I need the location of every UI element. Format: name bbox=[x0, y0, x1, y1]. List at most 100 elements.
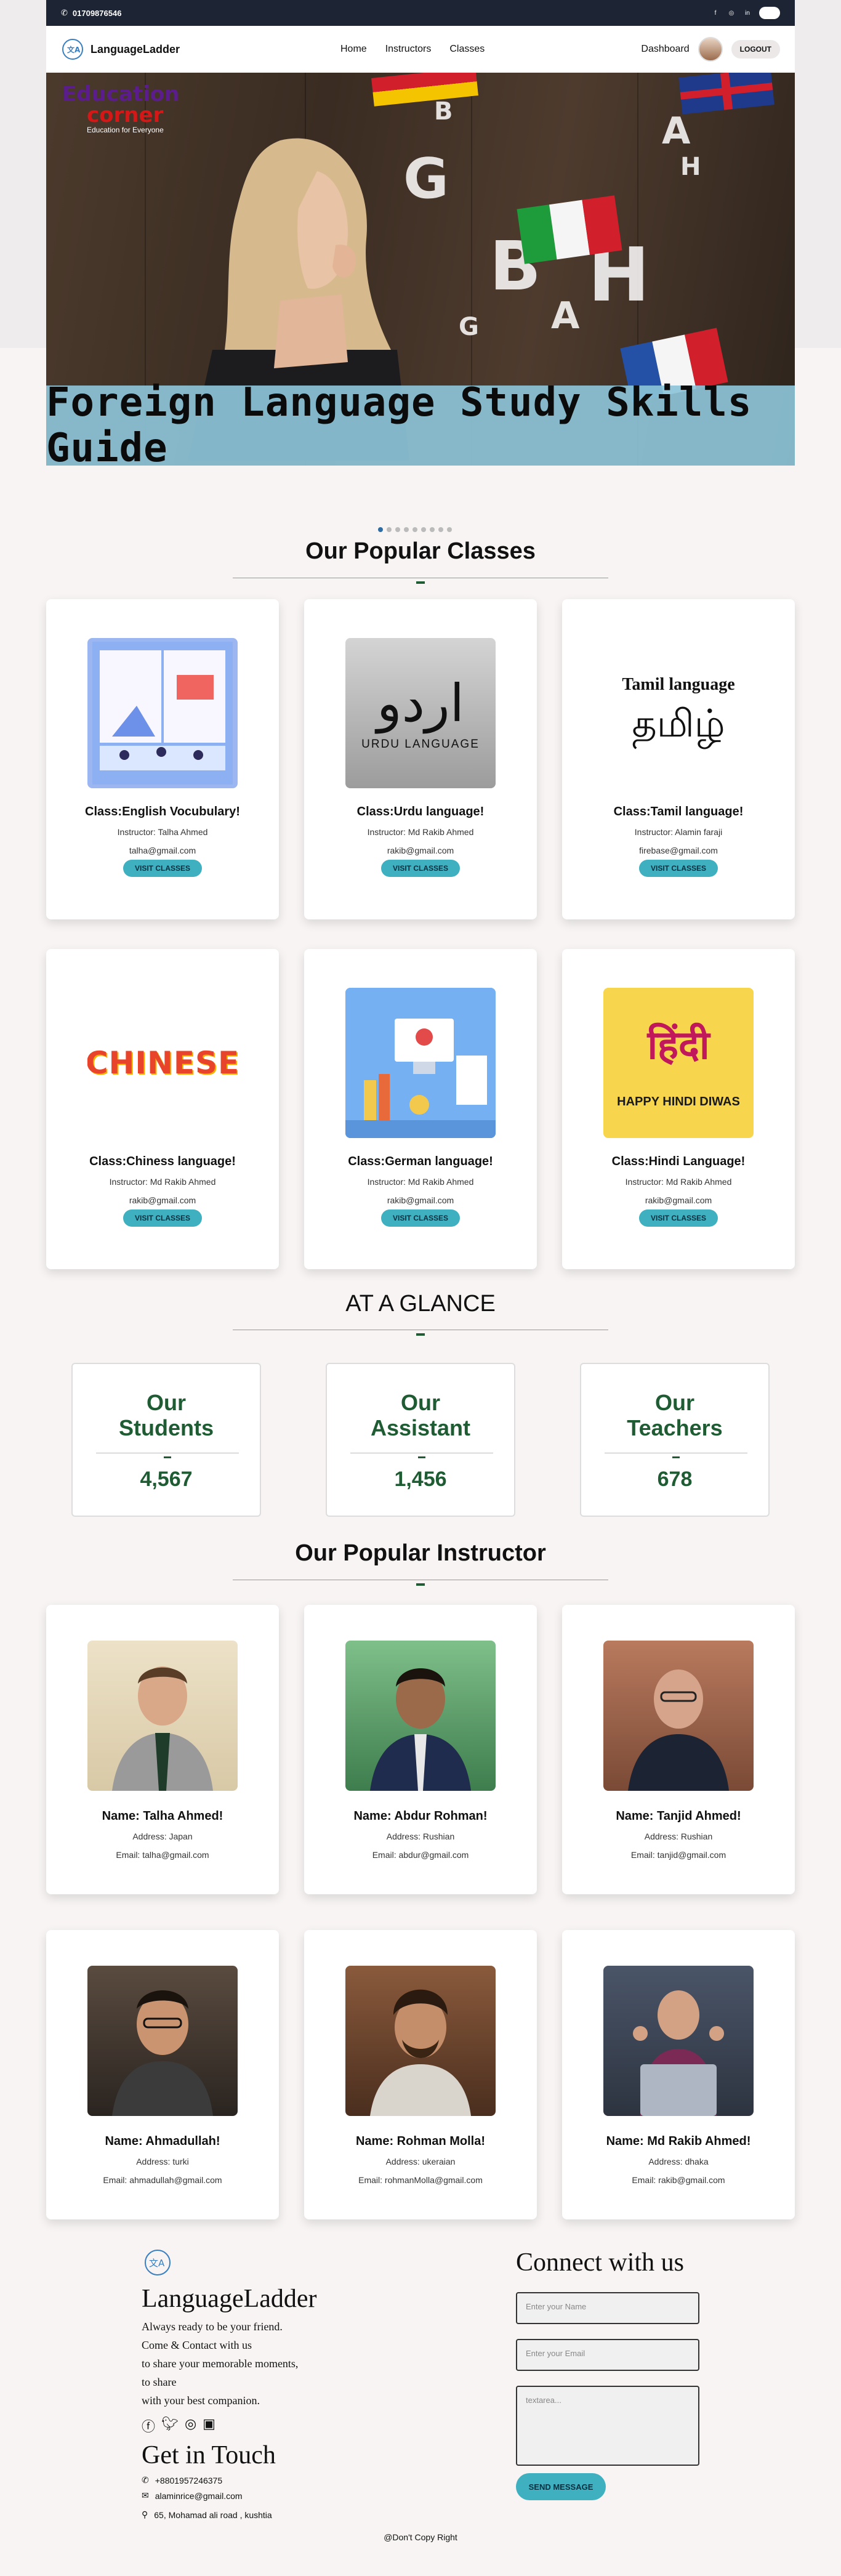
instagram-icon[interactable]: ◎ bbox=[727, 9, 736, 17]
social-links: f ◎ in ☾ bbox=[711, 7, 780, 19]
slider-dot[interactable] bbox=[421, 527, 426, 532]
avatar[interactable] bbox=[698, 37, 723, 62]
slider-dot[interactable] bbox=[404, 527, 409, 532]
facebook-icon[interactable]: f bbox=[711, 9, 720, 17]
nav-right: Dashboard LOGOUT bbox=[641, 37, 780, 62]
slider-dot[interactable] bbox=[438, 527, 443, 532]
hindi-script: हिंदी bbox=[647, 1023, 710, 1068]
instructor-email: Email: rohmanMolla@gmail.com bbox=[358, 2175, 483, 2185]
theme-toggle[interactable]: ☾ bbox=[759, 7, 780, 19]
instructor-card: Name: Md Rakib Ahmed! Address: dhaka Ema… bbox=[562, 1930, 795, 2219]
stat-label-line1: Our bbox=[654, 1390, 694, 1415]
stat-value: 1,456 bbox=[394, 1468, 447, 1491]
education-corner-logo: Education corner Education for Everyone bbox=[62, 82, 180, 134]
nav-home[interactable]: Home bbox=[340, 44, 367, 55]
stat-label-line1: Our bbox=[400, 1390, 440, 1415]
name-input[interactable]: Enter your Name bbox=[516, 2292, 699, 2324]
class-thumbnail: اردو URDU LANGUAGE bbox=[345, 638, 496, 788]
brand-logo-icon: 文A bbox=[62, 39, 83, 60]
slider-dot[interactable] bbox=[412, 527, 417, 532]
visit-classes-button[interactable]: VISIT CLASSES bbox=[381, 860, 460, 877]
location-pin-icon: ⚲ bbox=[142, 2509, 148, 2519]
tamil-script: தமிழ் bbox=[632, 701, 725, 746]
get-in-touch-heading: Get in Touch bbox=[142, 2441, 276, 2469]
urdu-caption: URDU LANGUAGE bbox=[361, 738, 480, 751]
linkedin-icon[interactable]: in bbox=[743, 9, 752, 17]
main-menu: Home Instructors Classes bbox=[340, 44, 485, 55]
slider-dot[interactable] bbox=[430, 527, 435, 532]
instructor-address: Address: dhaka bbox=[648, 2157, 709, 2166]
class-email: rakib@gmail.com bbox=[387, 1195, 454, 1205]
class-card: اردو URDU LANGUAGE Class:Urdu language! … bbox=[304, 599, 537, 919]
nav-instructors[interactable]: Instructors bbox=[385, 44, 432, 55]
class-instructor: Instructor: Md Rakib Ahmed bbox=[109, 1177, 216, 1187]
tamil-caption: Tamil language bbox=[622, 675, 735, 694]
email-input[interactable]: Enter your Email bbox=[516, 2339, 699, 2371]
visit-classes-button[interactable]: VISIT CLASSES bbox=[639, 860, 718, 877]
hero-letter: G bbox=[459, 313, 479, 341]
instructor-photo bbox=[345, 1966, 496, 2116]
section-dash bbox=[416, 1583, 425, 1586]
slider-dot[interactable] bbox=[378, 527, 383, 532]
hindi-caption: HAPPY HINDI DIWAS bbox=[617, 1095, 740, 1108]
slider-dots bbox=[378, 527, 452, 532]
brand-name: LanguageLadder bbox=[91, 42, 180, 55]
linkedin-icon[interactable]: ▣ bbox=[203, 2416, 215, 2436]
stat-label-line2: Teachers bbox=[627, 1415, 723, 1441]
nav-classes[interactable]: Classes bbox=[449, 44, 485, 55]
instructor-name: Name: Tanjid Ahmed! bbox=[616, 1809, 741, 1823]
class-instructor: Instructor: Talha Ahmed bbox=[117, 827, 208, 837]
slider-dot[interactable] bbox=[395, 527, 400, 532]
footer-brand: LanguageLadder bbox=[142, 2285, 317, 2313]
stat-label-line2: Students bbox=[118, 1415, 214, 1441]
footer-email: ✉ alaminrice@gmail.com bbox=[142, 2490, 243, 2501]
visit-classes-button[interactable]: VISIT CLASSES bbox=[123, 860, 202, 877]
message-textarea[interactable]: textarea... bbox=[516, 2386, 699, 2466]
svg-text:文A: 文A bbox=[67, 45, 81, 54]
logout-button[interactable]: LOGOUT bbox=[731, 40, 780, 59]
class-card: Class:English Vocubulary! Instructor: Ta… bbox=[46, 599, 279, 919]
class-card: हिंदी HAPPY HINDI DIWAS Class:Hindi Lang… bbox=[562, 949, 795, 1269]
instagram-icon[interactable]: ◎ bbox=[185, 2416, 196, 2436]
stat-dash bbox=[672, 1456, 680, 1458]
stat-assistant: Our Assistant 1,456 bbox=[326, 1363, 515, 1517]
class-title: Class:Hindi Language! bbox=[611, 1155, 746, 1168]
facebook-icon[interactable]: ⓕ bbox=[142, 2416, 155, 2436]
instructor-name: Name: Abdur Rohman! bbox=[353, 1809, 488, 1823]
instructor-address: Address: Rushian bbox=[644, 1831, 713, 1841]
phone-number: 01709876546 bbox=[72, 8, 122, 18]
slider-dot[interactable] bbox=[447, 527, 452, 532]
phone-icon: ✆ bbox=[61, 8, 68, 17]
visit-classes-button[interactable]: VISIT CLASSES bbox=[123, 1209, 202, 1227]
visit-classes-button[interactable]: VISIT CLASSES bbox=[381, 1209, 460, 1227]
footer-about: 文A LanguageLadder Always ready to be you… bbox=[142, 2248, 400, 2520]
class-instructor: Instructor: Md Rakib Ahmed bbox=[367, 1177, 474, 1187]
class-card: CHINESE Class:Chiness language! Instruct… bbox=[46, 949, 279, 1269]
class-instructor: Instructor: Md Rakib Ahmed bbox=[367, 827, 474, 837]
instructor-email: Email: tanjid@gmail.com bbox=[630, 1850, 726, 1860]
glance-title: AT A GLANCE bbox=[345, 1291, 496, 1317]
class-instructor: Instructor: Alamin faraji bbox=[634, 827, 723, 837]
copyright: @Don't Copy Right bbox=[384, 2532, 457, 2542]
instructor-card: Name: Ahmadullah! Address: turki Email: … bbox=[46, 1930, 279, 2219]
brand[interactable]: 文A LanguageLadder bbox=[61, 38, 180, 61]
class-email: firebase@gmail.com bbox=[639, 846, 718, 855]
uk-flag bbox=[678, 73, 775, 115]
twitter-icon[interactable]: 🐦︎ bbox=[161, 2416, 179, 2436]
popular-instructor-title: Our Popular Instructor bbox=[295, 1540, 546, 1566]
connect-heading: Connect with us bbox=[516, 2248, 684, 2277]
slider-dot[interactable] bbox=[387, 527, 392, 532]
send-message-button[interactable]: SEND MESSAGE bbox=[516, 2473, 606, 2500]
hero-letter: B bbox=[434, 97, 453, 126]
page: ✆ 01709876546 f ◎ in ☾ 文A LanguageLadder… bbox=[0, 0, 841, 2576]
footer-phone: ✆ +8801957246375 bbox=[142, 2475, 223, 2485]
section-dash bbox=[416, 1333, 425, 1336]
instructor-name: Name: Talha Ahmed! bbox=[102, 1809, 223, 1823]
top-bar: ✆ 01709876546 f ◎ in ☾ bbox=[46, 0, 795, 26]
stat-value: 678 bbox=[657, 1468, 693, 1491]
instructor-email: Email: abdur@gmail.com bbox=[372, 1850, 469, 1860]
instructor-email: Email: talha@gmail.com bbox=[116, 1850, 209, 1860]
nav-dashboard[interactable]: Dashboard bbox=[641, 44, 689, 55]
section-dash bbox=[416, 581, 425, 584]
visit-classes-button[interactable]: VISIT CLASSES bbox=[639, 1209, 718, 1227]
